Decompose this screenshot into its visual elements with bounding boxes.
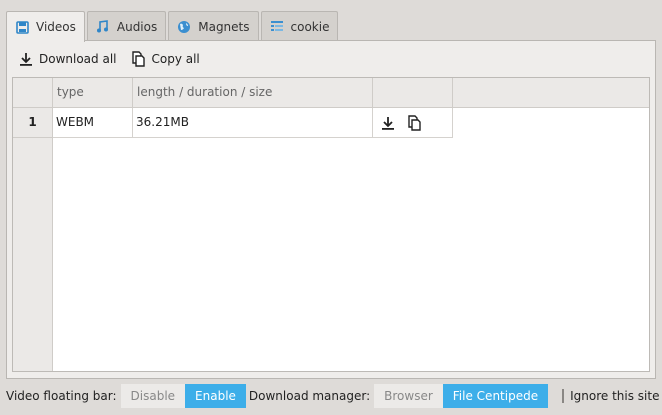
toolbar: Download all Copy all (7, 41, 203, 77)
globe-icon (177, 20, 191, 34)
cell-size: 36.21MB (133, 108, 373, 138)
download-manager-file-centipede-button[interactable]: File Centipede (442, 384, 549, 408)
tab-magnets[interactable]: Magnets (168, 11, 259, 41)
corner-cell (13, 78, 53, 108)
videos-panel: Download all Copy all type length / dura… (6, 40, 656, 379)
tab-label: cookie (290, 19, 330, 34)
tab-bar: Videos Audios Magnets cookie (6, 11, 340, 42)
tab-cookie[interactable]: cookie (260, 11, 339, 41)
settings-bar: Video floating bar: Disable Enable Downl… (0, 383, 662, 409)
download-icon (18, 51, 34, 67)
table-header: type length / duration / size (13, 78, 649, 108)
download-icon[interactable] (379, 114, 397, 132)
tab-audios[interactable]: Audios (86, 11, 167, 41)
column-header-size[interactable]: length / duration / size (133, 78, 373, 108)
cookie-list-icon (270, 20, 284, 34)
download-all-button[interactable]: Download all (18, 51, 116, 67)
cell-type: WEBM (53, 108, 133, 138)
floating-bar-label: Video floating bar: (6, 389, 117, 403)
tab-label: Audios (116, 19, 158, 34)
cell-actions (373, 108, 453, 138)
video-icon (15, 20, 29, 34)
column-header-type[interactable]: type (53, 78, 133, 108)
music-note-icon (96, 20, 110, 34)
row-number: 1 (13, 108, 53, 138)
download-all-label: Download all (39, 52, 117, 66)
tab-label: Videos (36, 20, 76, 34)
copy-icon (130, 51, 146, 67)
download-manager-label: Download manager: (248, 389, 371, 403)
floating-bar-enable-button[interactable]: Enable (185, 384, 246, 408)
copy-icon[interactable] (405, 114, 423, 132)
copy-all-button[interactable]: Copy all (130, 51, 200, 67)
tab-label: Magnets (198, 19, 250, 34)
download-manager-browser-button[interactable]: Browser (374, 384, 443, 408)
column-header-actions[interactable] (373, 78, 453, 108)
tab-videos[interactable]: Videos (6, 11, 85, 42)
copy-all-label: Copy all (151, 52, 200, 66)
ignore-site-checkbox[interactable] (562, 389, 565, 403)
ignore-site-label[interactable]: Ignore this site (570, 389, 659, 403)
videos-table: type length / duration / size 1 WEBM 36.… (12, 77, 650, 372)
floating-bar-disable-button[interactable]: Disable (120, 384, 186, 408)
